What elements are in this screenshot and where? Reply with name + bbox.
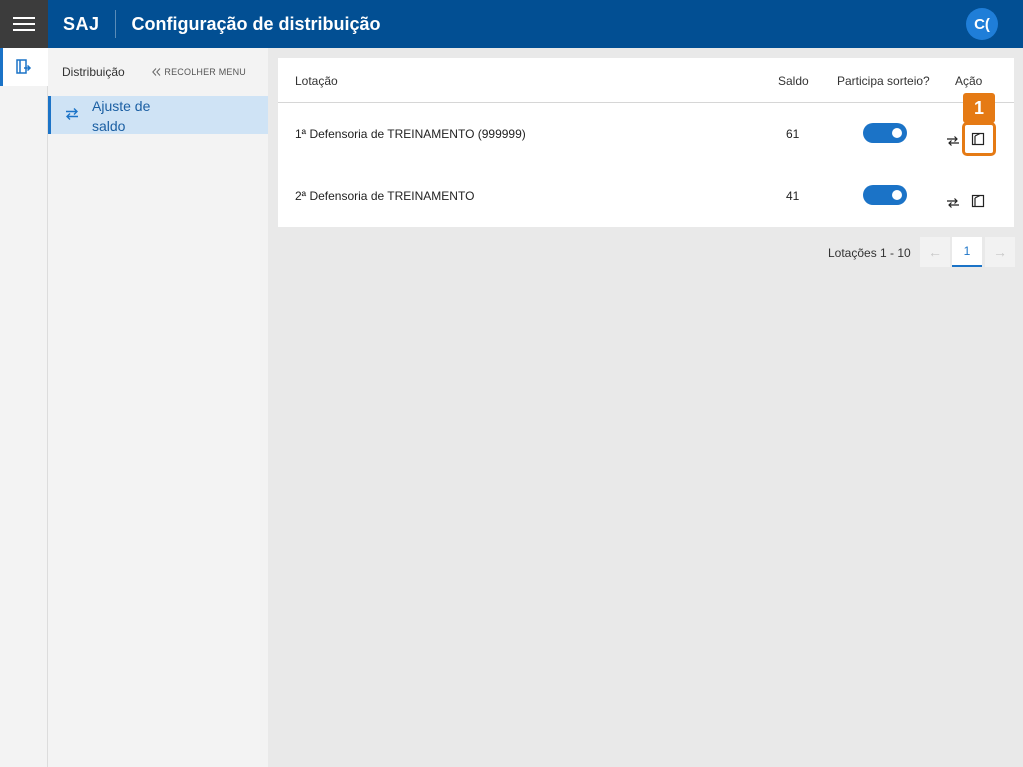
cell-saldo: 41	[786, 189, 800, 203]
transfer-arrows-icon[interactable]	[946, 196, 960, 210]
participa-sorteio-toggle[interactable]	[863, 185, 907, 205]
table-row: 1ª Defensoria de TREINAMENTO (999999) 61	[278, 103, 1014, 165]
lotacoes-table: Lotação Saldo Participa sorteio? Ação 1ª…	[278, 58, 1014, 227]
swap-arrows-icon	[66, 108, 78, 120]
top-bar: SAJ Configuração de distribuição C(	[0, 0, 1023, 48]
page-title: Configuração de distribuição	[131, 13, 381, 34]
brand-logo[interactable]: SAJ	[48, 14, 115, 35]
arrow-right-icon: →	[993, 244, 1007, 260]
sidebar-item-ajuste-de-saldo[interactable]: Ajuste de saldo	[48, 96, 268, 134]
column-header-lotacao[interactable]: Lotação	[295, 74, 338, 88]
table-header: Lotação Saldo Participa sorteio? Ação	[278, 58, 1014, 103]
participa-sorteio-toggle[interactable]	[863, 123, 907, 143]
hamburger-menu-button[interactable]	[0, 0, 48, 48]
hamburger-icon-line	[13, 23, 35, 25]
column-header-participa-sorteio[interactable]: Participa sorteio?	[837, 74, 930, 88]
collapse-menu-button[interactable]: RECOLHER MENU	[152, 67, 246, 77]
column-header-acao: Ação	[955, 74, 983, 88]
side-menu-title: Distribuição	[62, 65, 125, 79]
side-menu-header: Distribuição RECOLHER MENU	[48, 48, 268, 96]
previous-page-button[interactable]: ←	[920, 237, 950, 267]
table-row: 2ª Defensoria de TREINAMENTO 41	[278, 165, 1014, 227]
hamburger-icon-line	[13, 17, 35, 19]
distribution-icon	[16, 59, 32, 74]
pagination-range-label: Lotações 1 - 10	[828, 246, 911, 260]
transfer-arrows-icon[interactable]	[946, 134, 960, 148]
column-header-saldo[interactable]: Saldo	[778, 74, 809, 88]
annotation-highlight	[962, 122, 996, 156]
arrow-left-icon: ←	[928, 244, 942, 260]
hamburger-icon-line	[13, 29, 35, 31]
rail-item-distribution[interactable]	[0, 48, 48, 86]
cell-lotacao: 2ª Defensoria de TREINAMENTO	[295, 189, 475, 203]
page-button-current[interactable]: 1	[952, 237, 982, 267]
edit-document-icon[interactable]	[971, 194, 985, 208]
collapse-menu-label: RECOLHER MENU	[164, 67, 246, 77]
cell-lotacao: 1ª Defensoria de TREINAMENTO (999999)	[295, 127, 526, 141]
next-page-button[interactable]: →	[985, 237, 1015, 267]
cell-saldo: 61	[786, 127, 800, 141]
module-rail	[0, 48, 48, 767]
sidebar-item-label: Ajuste de saldo	[92, 98, 151, 134]
annotation-step-badge: 1	[963, 93, 995, 123]
double-chevron-left-icon	[152, 68, 161, 76]
side-menu: Distribuição RECOLHER MENU Ajuste de sal…	[48, 48, 268, 767]
user-avatar[interactable]: C(	[966, 8, 998, 40]
